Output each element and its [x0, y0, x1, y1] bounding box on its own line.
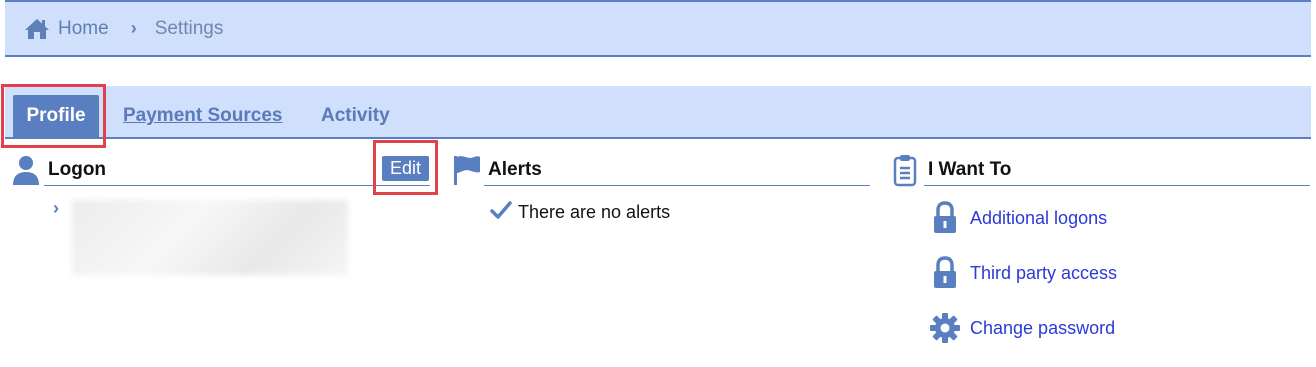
additional-logons-link[interactable]: Additional logons — [970, 208, 1107, 229]
check-icon — [490, 201, 512, 219]
lock-icon — [934, 201, 956, 233]
i-want-to-header: I Want To — [924, 156, 1310, 186]
logon-title: Logon — [48, 159, 107, 180]
user-icon — [13, 156, 39, 185]
alerts-header: Alerts — [484, 156, 870, 186]
logon-header: Logon — [44, 156, 430, 186]
breadcrumb: Home › Settings — [5, 0, 1311, 57]
change-password-item[interactable]: Change password — [930, 312, 1115, 344]
breadcrumb-separator: › — [130, 18, 137, 38]
third-party-access-link[interactable]: Third party access — [970, 263, 1117, 284]
flag-icon — [454, 156, 480, 185]
change-password-link[interactable]: Change password — [970, 318, 1115, 339]
edit-logon-button[interactable]: Edit — [382, 156, 429, 181]
breadcrumb-home-link[interactable]: Home — [58, 18, 109, 40]
tab-payment-sources[interactable]: Payment Sources — [123, 95, 282, 137]
breadcrumb-current: Settings — [154, 17, 224, 39]
tab-activity[interactable]: Activity — [321, 95, 390, 137]
additional-logons-item[interactable]: Additional logons — [930, 201, 1107, 235]
lock-icon — [934, 256, 956, 288]
tab-profile[interactable]: Profile — [13, 95, 99, 137]
alerts-empty-text: There are no alerts — [518, 202, 671, 222]
chevron-right-icon[interactable]: › — [53, 198, 59, 219]
gear-icon — [930, 313, 960, 343]
redacted-logon-info — [72, 200, 348, 275]
i-want-to-title: I Want To — [928, 159, 1012, 180]
tab-bar: Profile Payment Sources Activity — [5, 86, 1311, 139]
alerts-title: Alerts — [488, 159, 542, 180]
third-party-access-item[interactable]: Third party access — [930, 256, 1117, 290]
clipboard-icon — [893, 155, 917, 187]
home-icon[interactable] — [24, 17, 50, 41]
